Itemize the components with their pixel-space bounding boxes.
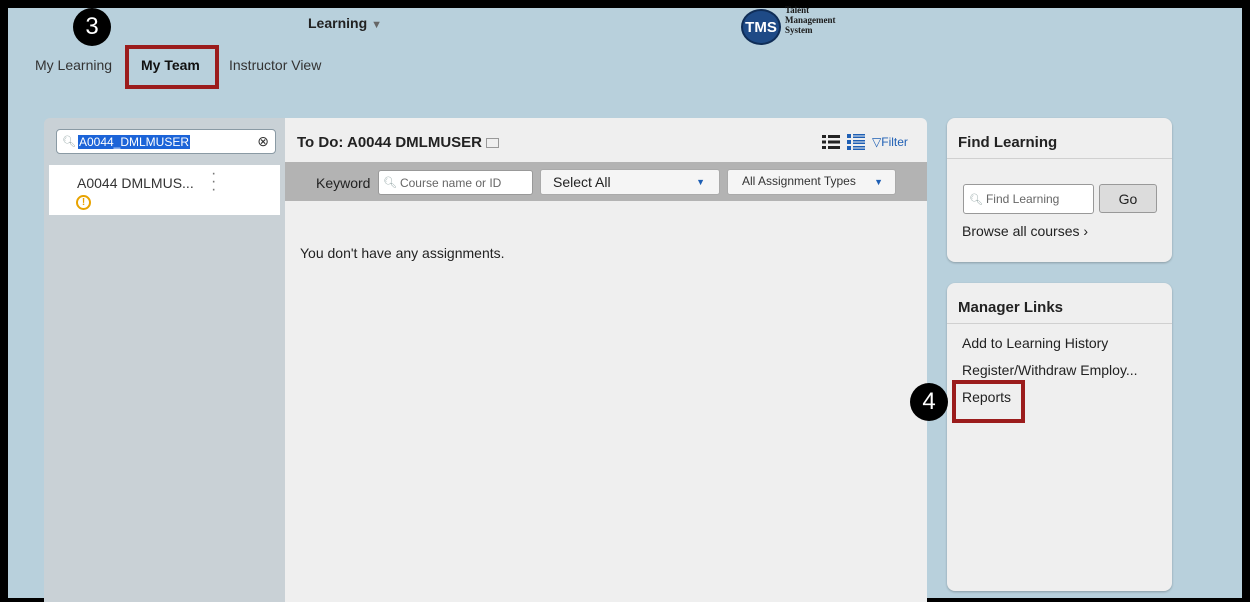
tms-logo: TMS Talent Management System (741, 5, 836, 45)
more-vertical-icon[interactable]: · · · (211, 166, 216, 198)
assignment-types-value: All Assignment Types (742, 174, 856, 188)
team-search-input[interactable]: 🔍︎ A0044_DMLMUSER ⊗ (56, 129, 276, 154)
chevron-down-icon: ▼ (696, 177, 705, 187)
logo-line-2: Management (785, 15, 836, 25)
step-4-badge: 4 (910, 383, 948, 421)
tab-my-learning[interactable]: My Learning (35, 57, 112, 73)
caret-down-icon: ▼ (371, 19, 383, 31)
divider (947, 158, 1172, 159)
clear-icon[interactable]: ⊗ (257, 133, 269, 150)
id-card-icon (486, 138, 500, 149)
reports-highlight (952, 380, 1025, 423)
keyword-label: Keyword (316, 175, 371, 191)
list-item[interactable]: A0044 DMLMUS... · · · ! (49, 165, 280, 215)
detail-view-icon[interactable] (847, 134, 865, 150)
find-learning-input[interactable]: 🔍︎ Find Learning (963, 184, 1094, 214)
warning-icon: ! (76, 195, 91, 210)
page-title: To Do: A0044 DMLMUSER (297, 134, 500, 151)
chevron-right-icon: › (1083, 223, 1089, 239)
keyword-placeholder: Course name or ID (399, 175, 502, 190)
search-icon: 🔍︎ (62, 136, 76, 148)
my-team-highlight (125, 45, 219, 89)
learning-menu-label: Learning (308, 15, 368, 31)
filter-label: Filter (881, 135, 908, 149)
search-value: A0044_DMLMUSER (77, 134, 191, 149)
find-learning-placeholder: Find Learning (985, 192, 1060, 206)
browse-courses-label: Browse all courses (962, 223, 1080, 239)
manager-links-panel: Manager Links (947, 283, 1172, 591)
keyword-search-input[interactable]: 🔍︎ Course name or ID (378, 170, 533, 195)
search-icon: 🔍︎ (383, 177, 397, 189)
step-3-badge: 3 (73, 8, 111, 46)
logo-line-3: System (785, 25, 813, 35)
learning-menu[interactable]: Learning ▼ (308, 15, 382, 31)
tab-instructor-view[interactable]: Instructor View (229, 57, 321, 73)
assignment-types-dropdown[interactable]: All Assignment Types ▼ (727, 169, 896, 195)
todo-title-text: To Do: A0044 DMLMUSER (297, 134, 483, 151)
logo-badge: TMS (741, 9, 781, 45)
list-view-icon[interactable] (822, 134, 840, 150)
register-withdraw-link[interactable]: Register/Withdraw Employ... (962, 362, 1138, 378)
filter-icon: ▽ (872, 135, 882, 149)
logo-line-1: Talent (785, 5, 810, 15)
browse-courses-link[interactable]: Browse all courses › (962, 223, 1088, 239)
select-all-value: Select All (553, 174, 611, 190)
empty-state-message: You don't have any assignments. (300, 245, 505, 261)
manager-links-title: Manager Links (958, 299, 1064, 316)
logo-text: Talent Management System (785, 5, 836, 35)
find-learning-title: Find Learning (958, 134, 1058, 151)
divider (947, 323, 1172, 324)
select-all-dropdown[interactable]: Select All ▼ (540, 169, 720, 195)
chevron-down-icon: ▼ (874, 177, 883, 187)
go-button[interactable]: Go (1099, 184, 1157, 213)
add-learning-history-link[interactable]: Add to Learning History (962, 335, 1108, 351)
search-icon: 🔍︎ (969, 193, 983, 206)
user-name: A0044 DMLMUS... (77, 175, 194, 191)
filter-button[interactable]: ▽Filter (872, 135, 908, 149)
